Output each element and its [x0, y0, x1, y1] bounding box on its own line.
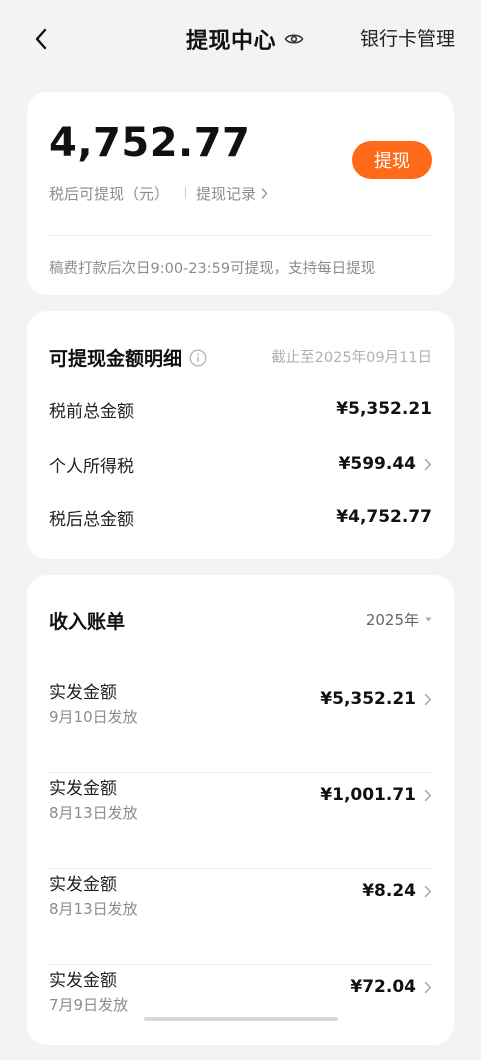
- bill-amount-group: ¥72.04: [350, 977, 432, 997]
- chevron-right-icon: [424, 789, 432, 802]
- detail-row-label: 税前总金额: [49, 401, 134, 422]
- bill-amount-group: ¥8.24: [362, 881, 432, 901]
- balance-caption: 税后可提现（元）: [49, 184, 170, 203]
- chevron-right-icon: [424, 981, 432, 994]
- detail-title: 可提现金额明细: [49, 348, 183, 370]
- bill-date: 8月13日发放: [49, 900, 138, 918]
- eye-icon: [284, 34, 304, 44]
- list-item[interactable]: 实发金额 7月9日发放 ¥72.04: [49, 963, 432, 1060]
- detail-row-aftertax: 税后总金额 ¥4,752.77: [49, 503, 432, 531]
- chevron-right-icon: [424, 885, 432, 898]
- withdraw-records-link[interactable]: 提现记录: [196, 183, 268, 204]
- detail-header: 可提现金额明细: [49, 344, 207, 371]
- income-card: 收入账单 2025年 实发金额 9月10日发放 ¥5,352.21 实发金额 8…: [27, 575, 454, 1045]
- bill-date: 9月10日发放: [49, 708, 138, 726]
- withdraw-records-label: 提现记录: [196, 184, 257, 203]
- detail-row-label: 税后总金额: [49, 509, 134, 530]
- balance-card: 4,752.77 提现 税后可提现（元） 提现记录 稿费打款后次日9:00-23…: [27, 92, 454, 295]
- bill-label: 实发金额: [49, 875, 117, 895]
- balance-subrow: 税后可提现（元） 提现记录: [49, 182, 268, 204]
- title-group: 提现中心: [186, 22, 304, 56]
- bill-amount-group: ¥1,001.71: [320, 785, 432, 805]
- detail-row-value: ¥5,352.21: [336, 399, 432, 419]
- home-indicator[interactable]: [144, 1017, 338, 1021]
- caret-down-icon: [425, 617, 432, 622]
- chevron-right-icon: [261, 187, 268, 199]
- bill-date: 7月9日发放: [49, 996, 129, 1014]
- bill-amount: ¥1,001.71: [320, 785, 416, 805]
- visibility-toggle[interactable]: [284, 32, 304, 46]
- chevron-right-icon: [424, 693, 432, 706]
- bill-label: 实发金额: [49, 683, 117, 703]
- withdraw-notice: 稿费打款后次日9:00-23:59可提现，支持每日提现: [49, 261, 376, 277]
- info-circle-icon[interactable]: [189, 349, 207, 367]
- as-of-date: 截止至2025年09月11日: [271, 350, 432, 366]
- bill-amount: ¥5,352.21: [320, 689, 416, 709]
- chevron-right-icon: [424, 458, 432, 471]
- bill-amount: ¥72.04: [350, 977, 416, 997]
- chevron-left-icon: [35, 28, 47, 50]
- withdrawable-amount: 4,752.77: [49, 120, 251, 166]
- bill-amount: ¥8.24: [362, 881, 416, 901]
- bill-amount-group: ¥5,352.21: [320, 689, 432, 709]
- income-title: 收入账单: [49, 611, 126, 633]
- bill-label: 实发金额: [49, 779, 117, 799]
- detail-card: 可提现金额明细 截止至2025年09月11日 税前总金额 ¥5,352.21 个…: [27, 311, 454, 559]
- divider: [49, 235, 432, 236]
- bill-label: 实发金额: [49, 971, 117, 991]
- income-header: 收入账单: [49, 607, 125, 634]
- list-item[interactable]: 实发金额 8月13日发放 ¥8.24: [49, 867, 432, 965]
- list-item[interactable]: 实发金额 9月10日发放 ¥5,352.21: [49, 675, 432, 773]
- detail-row-income-tax[interactable]: 个人所得税 ¥599.44: [49, 450, 432, 478]
- detail-row-value: ¥4,752.77: [336, 507, 432, 527]
- top-bar: 提现中心 银行卡管理: [0, 0, 481, 78]
- detail-row-label: 个人所得税: [49, 456, 134, 477]
- bill-date: 8月13日发放: [49, 804, 138, 822]
- year-selector[interactable]: 2025年: [366, 609, 432, 630]
- separator: [185, 187, 187, 199]
- year-label: 2025年: [365, 611, 419, 629]
- withdraw-button[interactable]: 提现: [352, 141, 432, 179]
- detail-row-pretax: 税前总金额 ¥5,352.21: [49, 395, 432, 423]
- detail-row-value: ¥599.44: [338, 454, 416, 474]
- bank-card-manage-link[interactable]: 银行卡管理: [360, 22, 455, 56]
- list-item[interactable]: 实发金额 8月13日发放 ¥1,001.71: [49, 771, 432, 869]
- detail-row-value-group: ¥599.44: [339, 454, 432, 474]
- page-title: 提现中心: [186, 29, 277, 54]
- back-button[interactable]: [26, 22, 56, 56]
